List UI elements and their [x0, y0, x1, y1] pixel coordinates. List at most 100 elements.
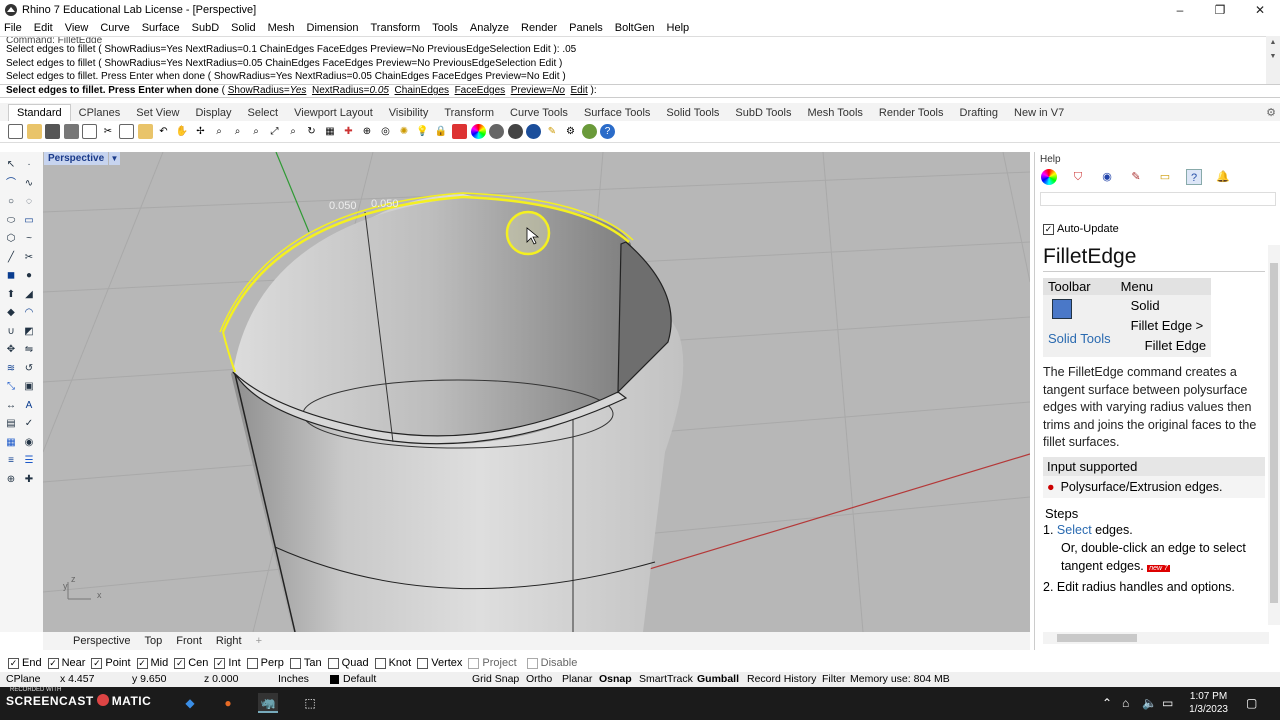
edge-browser-icon[interactable]: ◆ — [180, 693, 200, 713]
sphere-icon[interactable]: ● — [22, 269, 36, 283]
rhino-taskbar-icon[interactable]: 🦏 — [258, 693, 278, 713]
tab-render-tools[interactable]: Render Tools — [871, 105, 952, 121]
color-wheel-icon[interactable] — [470, 124, 486, 139]
osnap-end[interactable]: ✓ End — [8, 657, 42, 669]
tab-standard[interactable]: Standard — [8, 104, 71, 121]
menu-panels[interactable]: Panels — [569, 22, 603, 34]
boolean-icon[interactable]: ∪ — [4, 325, 18, 339]
select-link[interactable]: Select — [1057, 523, 1092, 537]
gear-icon[interactable]: ⚙ — [1266, 106, 1276, 119]
help-icon[interactable]: ? — [600, 124, 615, 139]
menu-edit[interactable]: Edit — [34, 22, 53, 34]
checkmark-icon[interactable]: ✓ — [47, 657, 59, 669]
tab-select[interactable]: Select — [240, 105, 287, 121]
vptab-top[interactable]: Top — [144, 635, 162, 647]
planar-toggle[interactable]: Planar — [562, 673, 592, 685]
check-icon[interactable]: ✓ — [22, 417, 36, 431]
transform-icon[interactable]: ⤡ — [4, 380, 18, 394]
maximize-button[interactable]: ❐ — [1200, 0, 1240, 20]
rebuild-icon[interactable]: ↺ — [22, 362, 36, 376]
undo-icon[interactable]: ↶ — [156, 124, 171, 139]
properties-icon[interactable]: ☰ — [22, 454, 36, 468]
circle-icon[interactable]: ○ — [4, 195, 18, 209]
render-settings-icon[interactable]: ◉ — [1099, 169, 1115, 185]
gumball-toggle[interactable]: Gumball — [697, 673, 739, 685]
line-icon[interactable]: ╱ — [4, 251, 18, 265]
tab-subd-tools[interactable]: SubD Tools — [727, 105, 799, 121]
history-scrollbar[interactable]: ▲ ▼ — [1266, 36, 1280, 84]
osnap-mid[interactable]: ✓ Mid — [136, 657, 168, 669]
text-icon[interactable]: A — [22, 399, 36, 413]
osnap-disable[interactable]: Disable — [526, 657, 577, 669]
globe-icon[interactable] — [581, 124, 597, 139]
extrude-icon[interactable]: ⬆ — [4, 288, 18, 302]
current-layer[interactable]: Default — [343, 673, 376, 685]
checkbox-empty-icon[interactable] — [526, 657, 538, 669]
layer-color-swatch[interactable] — [330, 675, 339, 684]
ellipse-icon[interactable]: ⬭ — [4, 214, 18, 228]
tab-set-view[interactable]: Set View — [128, 105, 187, 121]
layer-icon[interactable] — [452, 124, 467, 139]
add-viewport-icon[interactable]: + — [256, 635, 262, 647]
menu-mesh[interactable]: Mesh — [268, 22, 295, 34]
help-search-input[interactable] — [1040, 192, 1276, 206]
object-snap-icon[interactable]: ⊕ — [360, 124, 375, 139]
four-viewports-icon[interactable]: ▦ — [323, 124, 338, 139]
polyline-icon[interactable]: ⌒ — [4, 177, 18, 191]
viewport-title[interactable]: Perspective — [44, 152, 109, 165]
material-icon[interactable]: ✎ — [545, 124, 560, 139]
bulb-icon[interactable]: 💡 — [415, 124, 430, 139]
save-icon[interactable] — [45, 124, 60, 139]
command-prompt[interactable]: Select edges to fillet. Press Enter when… — [0, 84, 1280, 98]
checkbox-empty-icon[interactable] — [327, 657, 339, 669]
perspective-viewport[interactable]: 0.050 0.050 y z x Perspective ▼ — [43, 152, 1030, 632]
tab-drafting[interactable]: Drafting — [952, 105, 1007, 121]
undo-view-icon[interactable]: ↻ — [304, 124, 319, 139]
box-icon[interactable]: ◼ — [4, 269, 18, 283]
rendered-sphere-icon[interactable] — [507, 124, 523, 139]
shaded-sphere-icon[interactable] — [489, 124, 504, 139]
osnap-vertex[interactable]: Vertex — [417, 657, 462, 669]
solid-tools-link[interactable]: Solid Tools — [1048, 331, 1111, 346]
menu-dimension[interactable]: Dimension — [307, 22, 359, 34]
tab-display[interactable]: Display — [187, 105, 239, 121]
mesh-icon[interactable]: ▦ — [4, 436, 18, 450]
render-icon[interactable]: ◉ — [22, 436, 36, 450]
freeform-icon[interactable]: ~ — [22, 232, 36, 246]
select-arrow-icon[interactable]: ↖ — [4, 158, 18, 172]
arc-icon[interactable]: ◌ — [22, 195, 36, 209]
checkmark-icon[interactable]: ✓ — [136, 657, 148, 669]
fillet-edge-tool-icon[interactable] — [1052, 299, 1072, 319]
zoom-all-icon[interactable]: ⤢ — [267, 124, 282, 139]
snap-icon[interactable]: ⊕ — [4, 473, 18, 487]
minimize-button[interactable]: – — [1160, 0, 1200, 20]
dimension-icon[interactable]: ↔ — [4, 399, 18, 413]
curve-icon[interactable]: ∿ — [22, 177, 36, 191]
tab-curve-tools[interactable]: Curve Tools — [502, 105, 576, 121]
color-wheel-icon[interactable] — [1041, 169, 1057, 185]
option-edit[interactable]: Edit — [571, 85, 588, 96]
checkmark-icon[interactable]: ✓ — [8, 657, 19, 669]
osnap-project[interactable]: Project — [468, 657, 517, 669]
pan-hand-icon[interactable]: ✋ — [175, 124, 190, 139]
tray-chevron-icon[interactable]: ⌃ — [1102, 696, 1112, 710]
menu-boltgen[interactable]: BoltGen — [615, 22, 655, 34]
zoom-dynamic-icon[interactable]: ⌕ — [212, 124, 227, 139]
render-icon[interactable] — [526, 124, 541, 139]
checkbox-empty-icon[interactable] — [289, 657, 301, 669]
tab-new-in-v7[interactable]: New in V7 — [1006, 105, 1072, 121]
ortho-toggle[interactable]: Ortho — [526, 673, 552, 685]
grid-snap-toggle[interactable]: Grid Snap — [472, 673, 519, 685]
copy-icon[interactable] — [119, 124, 134, 139]
osnap-knot[interactable]: Knot — [374, 657, 411, 669]
folder-icon[interactable]: ▭ — [1157, 169, 1173, 185]
option-preview[interactable]: Preview=No — [511, 85, 565, 96]
checkbox-empty-icon[interactable] — [246, 657, 258, 669]
notification-center-icon[interactable]: ▢ — [1246, 696, 1257, 710]
checkbox-empty-icon[interactable] — [417, 657, 429, 669]
osnap-int[interactable]: ✓ Int — [214, 657, 241, 669]
network-icon[interactable]: ⌂ — [1122, 696, 1129, 710]
scroll-up-icon[interactable]: ▲ — [1266, 36, 1280, 50]
solid-edit-icon[interactable]: ◆ — [4, 306, 18, 320]
menu-file[interactable]: File — [4, 22, 22, 34]
